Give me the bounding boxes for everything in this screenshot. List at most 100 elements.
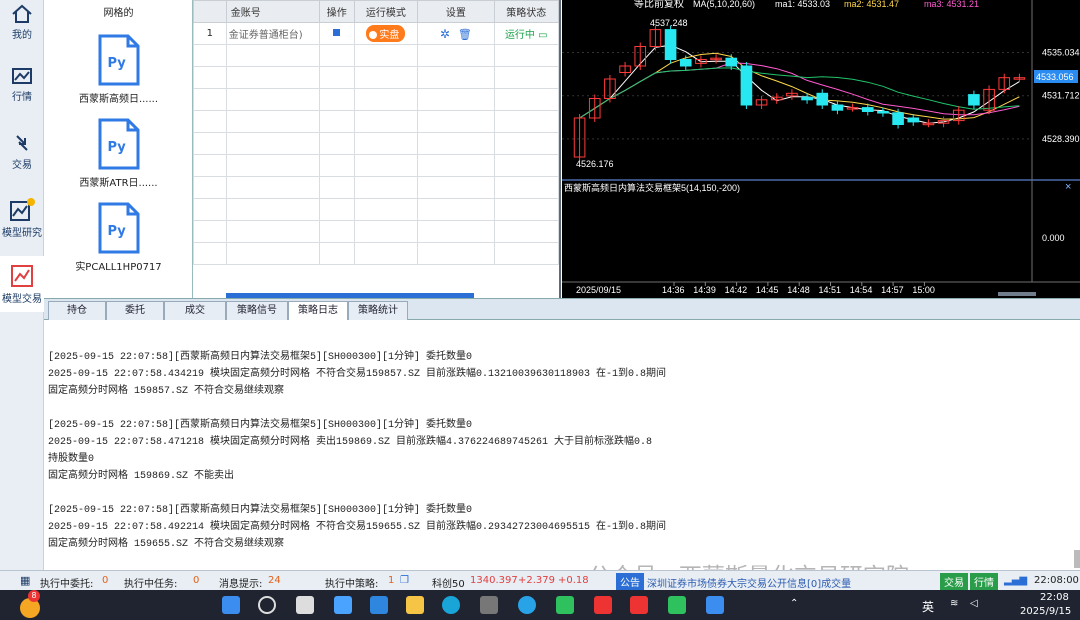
ma1-value: ma1: 4533.03 [775, 0, 830, 9]
chart-title: 等比前复权 [634, 0, 684, 10]
notice-badge[interactable]: 公告 [616, 573, 644, 590]
candle[interactable] [907, 117, 920, 123]
strategy-file-panel: 网格的 Py 西蒙斯高频日...... Py 西蒙斯ATR日...... Py … [44, 0, 193, 298]
strategy-log-panel: [2025-09-15 22:07:58][西蒙斯高频日内算法交易框架5][SH… [44, 320, 1080, 570]
strategy-file-item[interactable]: Py 西蒙斯ATR日...... [44, 118, 193, 189]
column-header[interactable]: 金账号 [225, 0, 320, 23]
tab-positions[interactable]: 持仓 [48, 301, 106, 321]
current-price-label: 4533.056 [1036, 72, 1074, 82]
tab-fills[interactable]: 成交 [164, 301, 226, 321]
price-tick-label: 4535.034 [1042, 48, 1080, 58]
status-cell: 运行中 ▭ [493, 22, 560, 45]
wechat-icon[interactable] [668, 596, 686, 614]
file-name: 西蒙斯ATR日...... [79, 178, 158, 189]
trading-app-icon[interactable] [706, 596, 724, 614]
tab-strategy-log[interactable]: 策略日志 [288, 301, 348, 321]
taskbar-date[interactable]: 2025/9/15 [1020, 606, 1071, 617]
exec-orders-label: 执行中委托: [40, 579, 94, 590]
action-cell [318, 22, 355, 45]
mail-icon[interactable] [370, 596, 388, 614]
strategy-file-item[interactable]: Py 西蒙斯高频日...... [44, 34, 193, 105]
nav-item-market[interactable]: 行情 [0, 60, 44, 112]
status-grid-icon[interactable]: ▦ [20, 574, 30, 587]
index-pct: +0.18 [558, 575, 589, 586]
folder-icon[interactable] [406, 596, 424, 614]
time-tick-label: 14:54 [850, 285, 873, 295]
candle[interactable] [968, 94, 980, 106]
column-header[interactable]: 操作 [318, 0, 355, 23]
low-label: 4526.176 [576, 159, 614, 169]
log-scrollbar[interactable] [1074, 550, 1080, 568]
msg-value[interactable]: 24 [268, 575, 281, 586]
column-header[interactable]: 运行模式 [353, 0, 419, 23]
tab-strategy-signals[interactable]: 策略信号 [226, 301, 288, 321]
stop-square-icon[interactable] [333, 29, 341, 36]
chat-app-icon[interactable] [556, 596, 574, 614]
quote-button[interactable]: 行情 [970, 573, 998, 590]
taskbar-time[interactable]: 22:08 [1040, 592, 1069, 603]
log-line: 2025-09-15 22:07:58.492214 模块固定高频分时网格 不符… [48, 522, 667, 533]
column-header[interactable]: 策略状态 [493, 0, 560, 23]
nav-item-model-trade[interactable]: 模型交易 [0, 256, 44, 312]
copy-icon[interactable]: ❐ [400, 575, 409, 586]
row-index: 1 [193, 22, 227, 45]
strategy-file-item[interactable]: Py 实PCALL1HP0717 [44, 202, 193, 273]
trash-icon[interactable]: 🗑 [458, 28, 472, 41]
time-tick-label: 14:39 [693, 285, 716, 295]
monitor-icon[interactable]: ▭ [538, 30, 547, 41]
app-cube-icon[interactable] [480, 596, 498, 614]
nav-label: 我的 [12, 30, 32, 41]
wps-icon[interactable] [594, 596, 612, 614]
candle[interactable] [816, 92, 829, 106]
chart-scrollbar[interactable] [998, 292, 1036, 296]
file-name: 西蒙斯高频日...... [78, 94, 159, 105]
candle[interactable] [801, 96, 813, 101]
nav-item-trade[interactable]: 交易 [0, 128, 44, 180]
nav-label: 行情 [12, 92, 32, 103]
candle[interactable] [664, 29, 677, 60]
volume-icon[interactable]: ◁ [970, 598, 978, 609]
status-label: 运行中 [504, 30, 535, 41]
candle[interactable] [861, 107, 874, 112]
edge-browser-icon[interactable] [442, 596, 460, 614]
task-view-icon[interactable] [296, 596, 314, 614]
nav-item-model-research[interactable]: 模型研究 [0, 194, 44, 246]
browser-icon[interactable] [518, 596, 536, 614]
signal-icon: ▂▄▆ [1004, 575, 1028, 586]
tab-orders[interactable]: 委托 [106, 301, 164, 321]
tab-strategy-stats[interactable]: 策略统计 [348, 301, 408, 321]
windows-start-icon[interactable] [222, 596, 240, 614]
nav-label: 模型研究 [2, 228, 42, 239]
kline-chart-panel: 4535.034 4531.712 4528.390 14:36 14:39 14:42… [562, 0, 1080, 298]
table-row[interactable]: 1 金证券普通柜台) 实盘 ✲ 🗑 运行中 ▭ [193, 22, 560, 45]
tray-chevron-icon[interactable]: ⌃ [790, 598, 798, 609]
search-icon[interactable] [258, 596, 276, 614]
candle[interactable] [831, 104, 844, 111]
close-indicator-icon[interactable]: × [1065, 181, 1071, 193]
column-header[interactable]: 设置 [417, 0, 495, 23]
candle[interactable] [877, 111, 889, 114]
trade-button[interactable]: 交易 [940, 573, 968, 590]
ma2-value: ma2: 4531.47 [844, 0, 899, 9]
time-tick-label: 14:48 [787, 285, 810, 295]
notice-text[interactable]: 深圳证券市场债券大宗交易公开信息[0]成交量 [647, 575, 851, 590]
wifi-icon[interactable]: ≋ [950, 598, 958, 609]
account-cell: 金证券普通柜台) [225, 22, 320, 45]
input-language[interactable]: 英 [922, 598, 934, 615]
status-bar: ▦ 执行中委托: 0 执行中任务: 0 消息提示: 24 执行中策略: 1 ❐ … [0, 570, 1080, 590]
strategy-table: 金账号 操作 运行模式 设置 策略状态 1 金证券普通柜台) 实盘 ✲ 🗑 运行中… [193, 0, 561, 298]
candle[interactable] [725, 57, 738, 67]
gear-icon[interactable]: ✲ [440, 27, 450, 41]
chart-icon [12, 68, 32, 84]
candle[interactable] [679, 59, 692, 67]
pdf-app-icon[interactable] [630, 596, 648, 614]
candle[interactable] [892, 112, 904, 126]
kline-chart[interactable]: 4535.034 4531.712 4528.390 14:36 14:39 14:42… [562, 0, 1080, 298]
run-mode-label: 实盘 [379, 30, 400, 41]
candle[interactable] [740, 65, 753, 106]
indicator-tick: 0.000 [1042, 233, 1065, 243]
date-label: 2025/09/15 [576, 285, 621, 295]
run-mode-toggle[interactable]: 实盘 [366, 25, 406, 42]
widgets-icon[interactable] [334, 596, 352, 614]
nav-item-home[interactable]: 我的 [0, 0, 44, 52]
